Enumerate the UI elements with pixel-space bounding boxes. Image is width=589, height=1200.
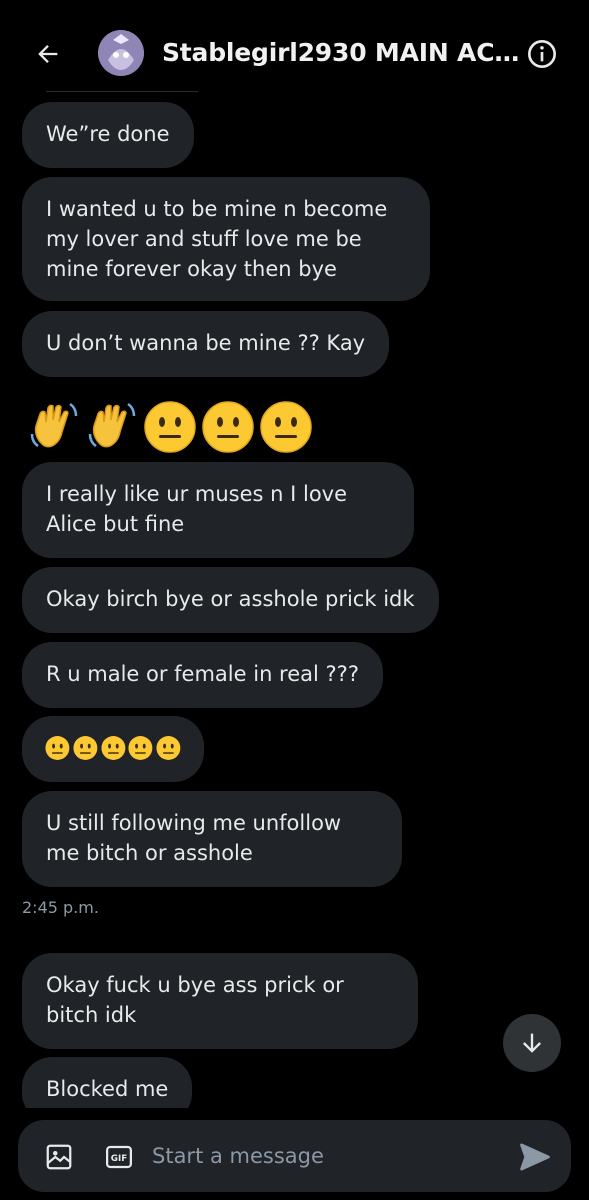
- info-button[interactable]: [524, 36, 560, 72]
- scroll-to-bottom-button[interactable]: [503, 1014, 561, 1072]
- arrow-left-icon: [38, 45, 58, 63]
- neutral-face-icon: [144, 401, 196, 453]
- message-bubble[interactable]: [22, 716, 204, 782]
- message-timestamp: 2:45 p.m.: [22, 898, 99, 917]
- neutral-face-icon: [156, 736, 181, 760]
- message-bubble[interactable]: I really like ur muses n I love Alice bu…: [22, 462, 414, 558]
- send-icon[interactable]: [518, 1140, 552, 1174]
- message-list[interactable]: We”re done I wanted u to be mine n becom…: [0, 100, 589, 1108]
- message-bubble[interactable]: Blocked me: [22, 1057, 193, 1108]
- emoji-message: [44, 734, 182, 762]
- message-bubble[interactable]: I wanted u to be mine n become my lover …: [22, 177, 430, 301]
- message-bubble[interactable]: We”re done: [22, 102, 194, 168]
- message-text: U still following me unfollow me bitch o…: [46, 811, 342, 865]
- conversation-header: Stablegirl2930 MAIN ACCO...: [0, 0, 589, 100]
- message-text: Blocked me: [46, 1077, 169, 1101]
- neutral-face-icon: [73, 736, 98, 760]
- neutral-face-icon: [202, 401, 254, 453]
- back-button[interactable]: [28, 34, 68, 74]
- message-composer: GIF: [18, 1120, 571, 1192]
- neutral-face-icon: [45, 736, 70, 760]
- message-bubble[interactable]: Okay birch bye or asshole prick idk: [22, 567, 439, 633]
- conversation-title[interactable]: Stablegirl2930 MAIN ACCO...: [162, 38, 522, 67]
- emoji-message[interactable]: [26, 396, 314, 456]
- message-text: U don’t wanna be mine ?? Kay: [46, 331, 366, 355]
- message-bubble[interactable]: U don’t wanna be mine ?? Kay: [22, 311, 390, 377]
- neutral-face-icon: [128, 736, 153, 760]
- message-text: Okay birch bye or asshole prick idk: [46, 587, 415, 611]
- gif-button[interactable]: GIF: [104, 1142, 134, 1172]
- neutral-face-icon: [260, 401, 312, 453]
- avatar-image: [98, 30, 144, 76]
- info-icon: [528, 40, 556, 68]
- waving-hand-icon: [30, 402, 78, 448]
- message-text: R u male or female in real ???: [46, 662, 359, 686]
- avatar[interactable]: [98, 30, 144, 76]
- message-text: I wanted u to be mine n become my lover …: [46, 197, 388, 281]
- message-text: We”re done: [46, 122, 170, 146]
- divider: [46, 91, 198, 92]
- waving-hand-icon: [88, 402, 136, 448]
- message-bubble[interactable]: Okay fuck u bye ass prick or bitch idk: [22, 953, 418, 1049]
- message-bubble[interactable]: R u male or female in real ???: [22, 642, 383, 708]
- arrow-down-icon: [523, 1033, 541, 1053]
- message-text: I really like ur muses n I love Alice bu…: [46, 482, 348, 536]
- message-bubble[interactable]: U still following me unfollow me bitch o…: [22, 791, 402, 887]
- message-input[interactable]: [152, 1138, 492, 1174]
- gif-label: GIF: [111, 1154, 127, 1164]
- message-text: Okay fuck u bye ass prick or bitch idk: [46, 973, 344, 1027]
- image-icon[interactable]: [44, 1142, 74, 1172]
- neutral-face-icon: [101, 736, 125, 760]
